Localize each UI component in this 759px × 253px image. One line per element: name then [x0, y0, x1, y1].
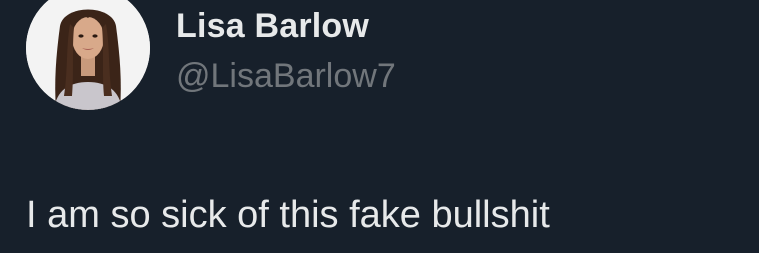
- tweet-card: Lisa Barlow @LisaBarlow7 I am so sick of…: [0, 0, 759, 253]
- tweet-text: I am so sick of this fake bullshit: [26, 194, 550, 236]
- author-handle[interactable]: @LisaBarlow7: [176, 56, 396, 96]
- profile-photo: [26, 0, 150, 110]
- avatar[interactable]: [26, 0, 150, 110]
- author-display-name[interactable]: Lisa Barlow: [176, 6, 369, 46]
